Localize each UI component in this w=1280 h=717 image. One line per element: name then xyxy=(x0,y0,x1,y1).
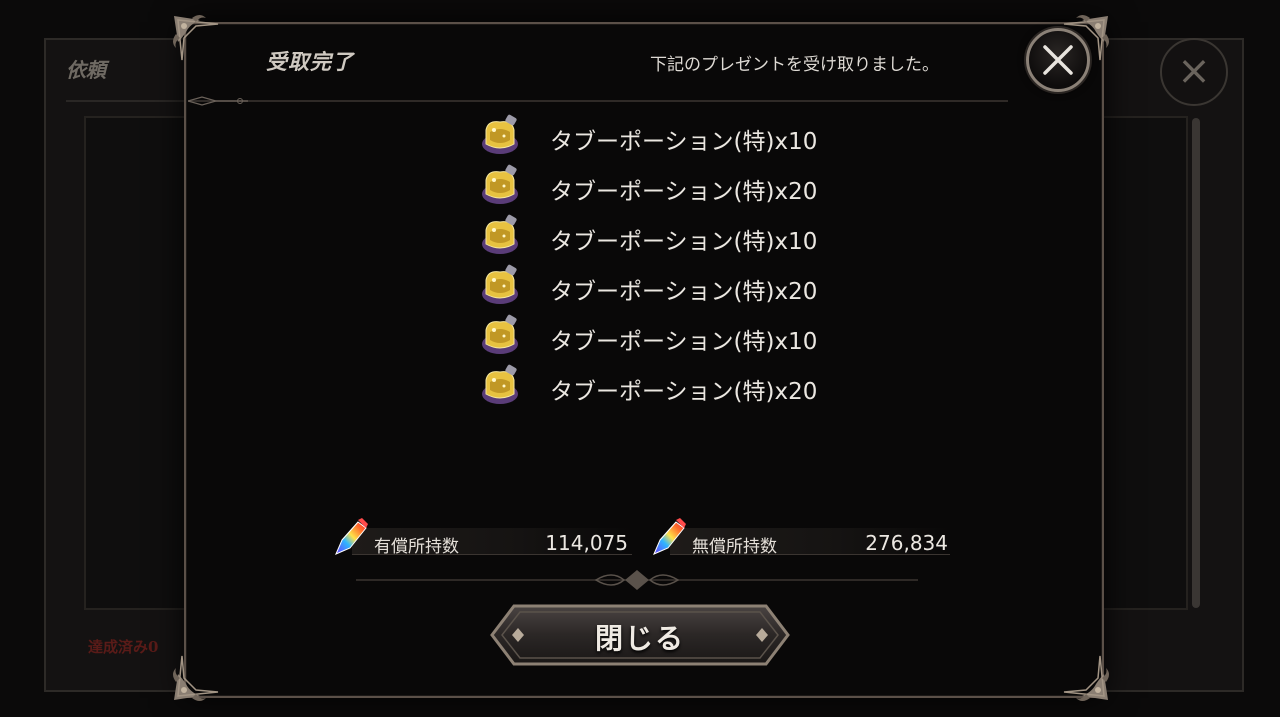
paid-currency: 有償所持数 114,075 xyxy=(332,518,632,558)
potion-icon xyxy=(482,364,518,404)
free-currency-value: 276,834 xyxy=(865,531,948,555)
background-scrollbar xyxy=(1192,118,1200,608)
close-dialog-label: 閉じる xyxy=(594,622,685,655)
background-close-icon: × xyxy=(1160,38,1228,106)
reward-item: タブーポーション(特)x20 xyxy=(478,362,878,410)
reward-item: タブーポーション(特)x10 xyxy=(478,112,878,160)
background-title-divider xyxy=(66,100,186,102)
reward-label: タブーポーション(特)x10 xyxy=(550,129,818,155)
reward-item: タブーポーション(特)x20 xyxy=(478,162,878,210)
reward-item: タブーポーション(特)x20 xyxy=(478,262,878,310)
header-divider xyxy=(188,96,1008,106)
gem-icon xyxy=(335,518,368,555)
corner-ornament-icon xyxy=(1058,650,1112,704)
potion-icon xyxy=(482,264,518,304)
free-currency: 無償所持数 276,834 xyxy=(650,518,950,558)
background-title: 依頼 xyxy=(66,58,106,82)
potion-icon xyxy=(482,164,518,204)
reward-label: タブーポーション(特)x10 xyxy=(550,229,818,255)
close-button[interactable] xyxy=(1026,28,1090,92)
ornament-divider xyxy=(356,570,918,590)
reward-item: タブーポーション(特)x10 xyxy=(478,312,878,360)
paid-currency-value: 114,075 xyxy=(545,531,628,555)
dialog-title: 受取完了 xyxy=(266,50,354,74)
paid-currency-label: 有償所持数 xyxy=(374,537,459,557)
reward-label: タブーポーション(特)x10 xyxy=(550,329,818,355)
corner-ornament-icon xyxy=(170,12,224,66)
potion-icon xyxy=(482,314,518,354)
dialog-message: 下記のプレゼントを受け取りました。 xyxy=(650,55,939,75)
reward-label: タブーポーション(特)x20 xyxy=(550,379,818,405)
close-dialog-button[interactable]: 閉じる xyxy=(490,604,790,666)
potion-icon xyxy=(482,214,518,254)
background-status-text: 達成済み0 xyxy=(88,638,159,656)
potion-icon xyxy=(482,114,518,154)
free-currency-label: 無償所持数 xyxy=(692,537,777,557)
reward-label: タブーポーション(特)x20 xyxy=(550,179,818,205)
reward-label: タブーポーション(特)x20 xyxy=(550,279,818,305)
close-icon xyxy=(1043,45,1073,75)
corner-ornament-icon xyxy=(170,650,224,704)
reward-item: タブーポーション(特)x10 xyxy=(478,212,878,260)
gem-icon xyxy=(653,518,686,555)
